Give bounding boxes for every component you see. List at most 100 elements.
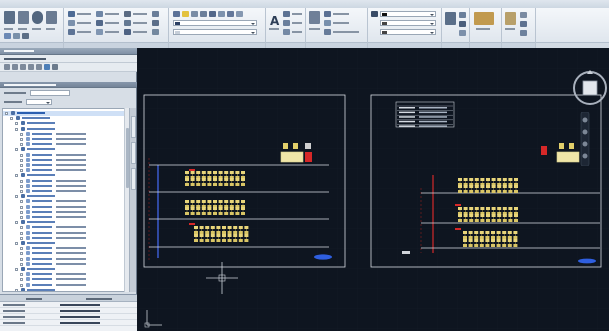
tab-sheet-list[interactable] [131, 116, 136, 138]
linetype-dropdown[interactable] [380, 29, 436, 35]
expand-toggle-icon[interactable] [5, 112, 8, 115]
line-tool-icon[interactable] [4, 11, 15, 24]
text-tool-icon[interactable]: A [269, 12, 280, 28]
expand-toggle-icon[interactable] [20, 132, 23, 136]
polyline-tool-icon[interactable] [18, 11, 29, 24]
layer-freeze-icon[interactable] [182, 11, 189, 17]
lineweight-dropdown[interactable] [380, 20, 436, 26]
expand-toggle-icon[interactable] [20, 190, 23, 193]
orbit-icon[interactable] [582, 141, 588, 147]
edit-block-icon[interactable] [324, 20, 331, 26]
layer-match-icon[interactable] [209, 11, 216, 17]
expand-toggle-icon[interactable] [20, 143, 23, 147]
copy-base-icon[interactable] [520, 30, 527, 36]
color-dropdown[interactable] [380, 11, 436, 17]
expand-toggle-icon[interactable] [20, 216, 23, 219]
fillet-icon[interactable] [124, 20, 131, 26]
expand-toggle-icon[interactable] [20, 179, 23, 183]
leader-icon[interactable] [283, 20, 290, 26]
expand-toggle-icon[interactable] [20, 200, 23, 204]
expand-toggle-icon[interactable] [20, 257, 23, 261]
group-icon[interactable] [445, 12, 456, 25]
expand-toggle-icon[interactable] [10, 117, 13, 121]
stretch-icon[interactable] [68, 29, 75, 35]
move-icon[interactable] [68, 11, 75, 17]
expand-toggle-icon[interactable] [20, 283, 23, 287]
expand-toggle-icon[interactable] [20, 236, 23, 240]
cut-icon[interactable] [520, 12, 527, 18]
expand-toggle-icon[interactable] [15, 127, 18, 131]
array-icon[interactable] [124, 29, 131, 35]
layer-walk-icon[interactable] [227, 11, 234, 17]
expand-toggle-icon[interactable] [15, 288, 18, 291]
hatch-tool-icon[interactable] [13, 33, 20, 39]
ellipse-tool-icon[interactable] [22, 33, 29, 39]
expand-toggle-icon[interactable] [15, 195, 18, 199]
panel-title-bar[interactable] [0, 48, 137, 55]
new-sheet-icon[interactable] [4, 64, 10, 70]
expand-toggle-icon[interactable] [20, 226, 23, 230]
property-row[interactable] [0, 321, 137, 326]
arc-tool-icon[interactable] [46, 11, 57, 24]
expand-toggle-icon[interactable] [15, 174, 18, 178]
create-block-icon[interactable] [324, 11, 331, 17]
section-header[interactable] [0, 82, 137, 88]
expand-toggle-icon[interactable] [20, 231, 23, 235]
sheet-tree[interactable] [2, 108, 126, 292]
insert-block-icon[interactable] [309, 11, 320, 24]
layer-isolate-icon[interactable] [200, 11, 207, 17]
offset-icon[interactable] [152, 29, 159, 35]
pan-icon[interactable] [582, 117, 588, 123]
settings-icon[interactable] [44, 64, 50, 70]
tab-sheet-views[interactable] [131, 142, 136, 164]
open-icon[interactable] [12, 64, 18, 70]
expand-toggle-icon[interactable] [15, 122, 18, 126]
expand-toggle-icon[interactable] [20, 158, 23, 162]
measure-icon[interactable] [474, 12, 494, 25]
tree-row[interactable] [3, 287, 125, 291]
layer-lock-icon[interactable] [191, 11, 198, 17]
expand-toggle-icon[interactable] [15, 242, 18, 245]
match-properties-icon[interactable] [371, 11, 378, 17]
rotate-icon[interactable] [96, 11, 103, 17]
expand-toggle-icon[interactable] [20, 247, 23, 251]
publish-icon[interactable] [36, 64, 42, 70]
layer-previous-icon[interactable] [218, 11, 225, 17]
viewcube[interactable] [572, 70, 608, 106]
property-row[interactable] [0, 303, 137, 308]
expand-toggle-icon[interactable] [20, 210, 23, 214]
expand-toggle-icon[interactable] [20, 252, 23, 256]
dimension-icon[interactable] [283, 11, 290, 17]
layer-properties-icon[interactable] [173, 11, 180, 17]
group-edit-icon[interactable] [459, 21, 466, 27]
ungroup-icon[interactable] [459, 12, 466, 18]
layer-dropdown[interactable] [173, 20, 257, 26]
expand-toggle-icon[interactable] [15, 268, 18, 271]
expand-toggle-icon[interactable] [20, 273, 23, 277]
sheet-set-name-input[interactable] [30, 90, 70, 96]
showmotion-icon[interactable] [582, 153, 588, 159]
expand-toggle-icon[interactable] [20, 169, 23, 173]
expand-toggle-icon[interactable] [20, 205, 23, 209]
expand-toggle-icon[interactable] [15, 148, 18, 152]
scale-icon[interactable] [96, 29, 103, 35]
drawing-canvas[interactable] [137, 48, 609, 331]
property-row[interactable] [0, 315, 137, 320]
expand-toggle-icon[interactable] [20, 262, 23, 266]
expand-toggle-icon[interactable] [20, 184, 23, 188]
expand-toggle-icon[interactable] [20, 278, 23, 282]
erase-icon[interactable] [152, 11, 159, 17]
view-dropdown[interactable] [26, 99, 52, 105]
rectangle-tool-icon[interactable] [4, 33, 11, 39]
copy-icon[interactable] [68, 20, 75, 26]
circle-tool-icon[interactable] [32, 11, 43, 24]
zoom-icon[interactable] [582, 129, 588, 135]
save-icon[interactable] [20, 64, 26, 70]
group-selection-icon[interactable] [459, 30, 466, 36]
print-icon[interactable] [28, 64, 34, 70]
expand-toggle-icon[interactable] [20, 138, 23, 141]
paste-icon[interactable] [505, 12, 516, 25]
explode-icon[interactable] [152, 20, 159, 26]
tab-model-views[interactable] [131, 168, 136, 190]
layer-state-dropdown[interactable] [173, 29, 257, 35]
